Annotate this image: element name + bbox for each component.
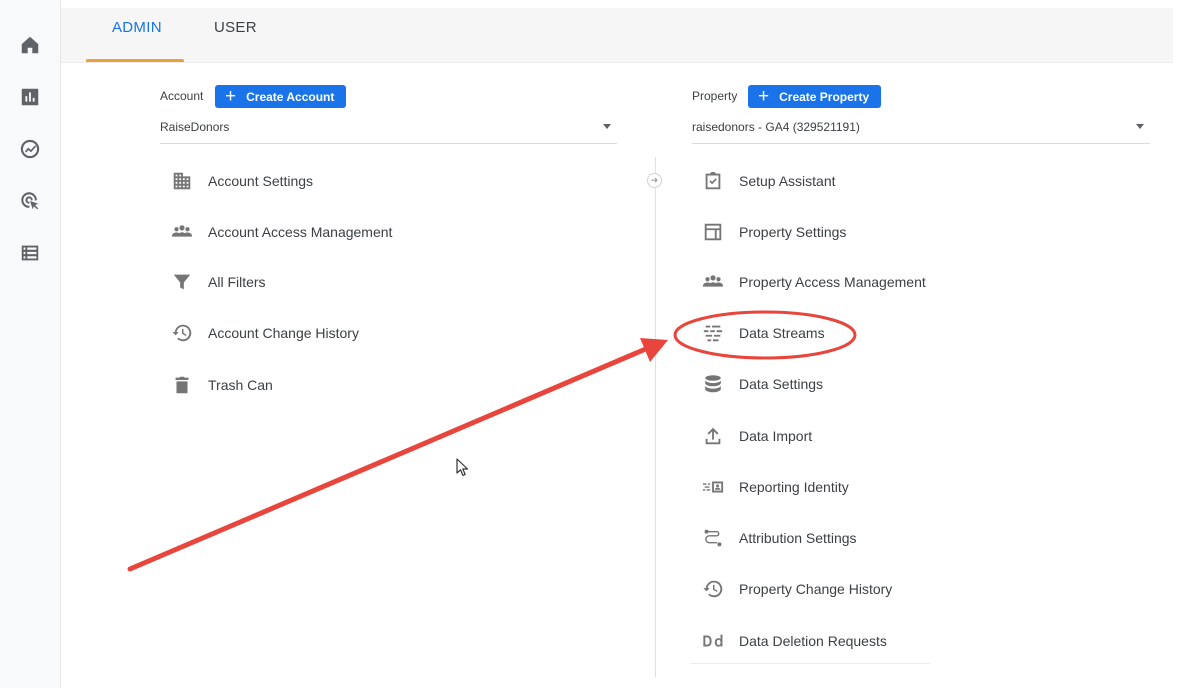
- highlight-ellipse: [673, 310, 857, 360]
- annotation-arrow-line: [127, 345, 651, 572]
- mouse-cursor-icon: [456, 458, 469, 477]
- annotation-overlay: [127, 310, 857, 572]
